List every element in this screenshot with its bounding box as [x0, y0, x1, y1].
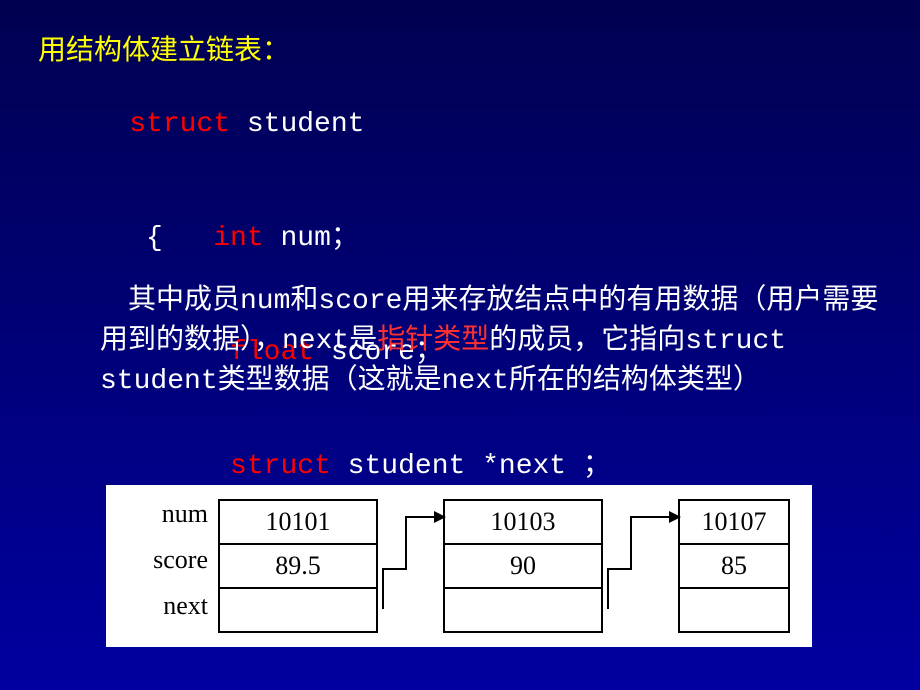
code-keyword-int: int: [213, 223, 263, 254]
node-2: 10103 90: [443, 499, 603, 633]
code-indent: [163, 223, 213, 254]
code-keyword-struct: struct: [129, 109, 230, 140]
explanation-paragraph: 其中成员num和score用来存放结点中的有用数据（用户需要用到的数据），nex…: [100, 282, 880, 402]
diagram-label-score: score: [118, 545, 208, 575]
arrow-1-to-2: [378, 499, 448, 619]
node-3-score: 85: [680, 545, 788, 589]
node-2-score: 90: [445, 545, 601, 589]
node-3-next: [680, 589, 788, 633]
code-indent: [129, 451, 230, 482]
node-1-next: [220, 589, 376, 633]
node-1-num: 10101: [220, 501, 376, 545]
node-1-score: 89.5: [220, 545, 376, 589]
node-3: 10107 85: [678, 499, 790, 633]
code-text: num；: [264, 223, 359, 254]
node-3-num: 10107: [680, 501, 788, 545]
code-keyword-struct: struct: [230, 451, 331, 482]
code-text: student: [230, 109, 364, 140]
linked-list-diagram: num score next 10101 89.5 10103 90 10107…: [106, 485, 812, 647]
arrow-2-to-3: [603, 499, 683, 619]
diagram-label-num: num: [118, 499, 208, 529]
code-text: student *next ；: [331, 451, 611, 482]
node-2-num: 10103: [445, 501, 601, 545]
node-1: 10101 89.5: [218, 499, 378, 633]
code-brace: {: [129, 223, 163, 254]
slide-title: 用结构体建立链表：: [38, 28, 290, 68]
diagram-label-next: next: [118, 591, 208, 621]
node-2-next: [445, 589, 601, 633]
para-highlight: 指针类型: [377, 326, 489, 357]
